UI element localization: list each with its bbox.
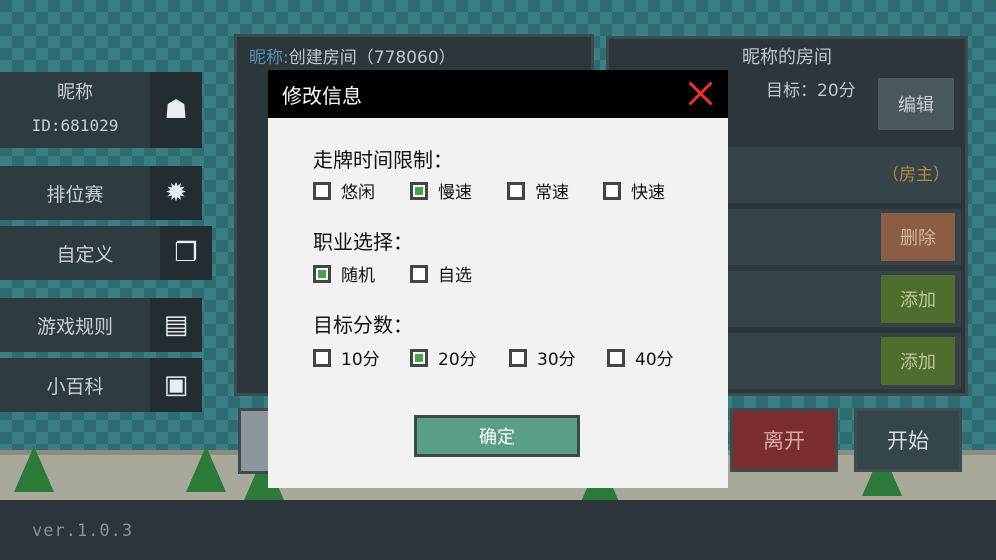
checkbox[interactable] — [603, 181, 621, 200]
profile-card[interactable]: 昵称 ID:681029 ☗ — [0, 72, 202, 148]
option-random[interactable]: 随机 — [313, 261, 375, 286]
dialog-header: 修改信息 — [268, 70, 728, 118]
add-button[interactable]: 添加 — [881, 337, 955, 385]
sidebar-item-custom[interactable]: 自定义 ❐ — [0, 226, 212, 280]
edit-button[interactable]: 编辑 — [878, 78, 954, 130]
time-limit-title: 走牌时间限制： — [313, 148, 453, 172]
start-button[interactable]: 开始 — [854, 408, 962, 472]
footer-bar — [0, 500, 996, 560]
create-room-label[interactable]: 创建房间（778060） — [289, 48, 456, 68]
checkbox[interactable] — [607, 348, 625, 367]
checkbox[interactable] — [507, 181, 525, 200]
option-label: 30分 — [537, 350, 576, 370]
checkbox[interactable] — [313, 264, 331, 283]
option-label: 10分 — [341, 350, 380, 370]
goal-label: 目标：20分 — [766, 81, 856, 101]
option-leisure[interactable]: 悠闲 — [313, 178, 375, 203]
sidebar-item-label: 自定义 — [56, 243, 114, 266]
sidebar-item-ranked[interactable]: 排位赛 ✹ — [0, 166, 202, 220]
avatar-icon: ☗ — [150, 72, 202, 148]
option-label: 悠闲 — [341, 183, 375, 203]
tree — [186, 446, 226, 492]
option-label: 20分 — [438, 350, 477, 370]
option-10[interactable]: 10分 — [313, 345, 380, 370]
checkbox[interactable] — [410, 264, 428, 283]
option-label: 40分 — [635, 350, 674, 370]
option-self-select[interactable]: 自选 — [410, 261, 472, 286]
option-fast[interactable]: 快速 — [603, 178, 665, 203]
tree — [14, 446, 54, 492]
add-button[interactable]: 添加 — [881, 275, 955, 323]
option-label: 自选 — [438, 266, 472, 286]
option-40[interactable]: 40分 — [607, 345, 674, 370]
host-label: （房主） — [882, 165, 950, 185]
class-choice-title: 职业选择： — [313, 230, 413, 254]
checkbox[interactable] — [410, 181, 428, 200]
option-label: 慢速 — [438, 183, 472, 203]
dialog-title: 修改信息 — [282, 84, 362, 108]
option-normal[interactable]: 常速 — [507, 178, 569, 203]
version-label: ver.1.0.3 — [32, 521, 134, 541]
save-icon: ▣ — [150, 358, 202, 412]
sidebar-item-label: 排位赛 — [46, 183, 104, 206]
room-title: 昵称的房间 — [742, 47, 832, 68]
profile-name: 昵称 — [57, 82, 93, 103]
sidebar-item-wiki[interactable]: 小百科 ▣ — [0, 358, 202, 412]
option-30[interactable]: 30分 — [509, 345, 576, 370]
document-icon: ▤ — [150, 298, 202, 352]
edit-info-dialog: 修改信息 走牌时间限制： 悠闲 慢速 常速 快速 职业选择： 随机 自选 目标分… — [268, 70, 728, 488]
delete-button[interactable]: 删除 — [881, 213, 955, 261]
checkbox[interactable] — [410, 348, 428, 367]
close-icon[interactable] — [686, 79, 714, 107]
checkbox[interactable] — [313, 181, 331, 200]
target-score-title: 目标分数： — [313, 313, 413, 337]
confirm-button[interactable]: 确定 — [414, 415, 580, 457]
option-20[interactable]: 20分 — [410, 345, 477, 370]
sidebar-item-rules[interactable]: 游戏规则 ▤ — [0, 298, 202, 352]
sidebar-item-label: 小百科 — [46, 375, 104, 398]
nick-label: 昵称: — [249, 48, 289, 68]
copy-icon: ❐ — [160, 226, 212, 280]
room-list-title: 昵称:创建房间（778060） — [249, 43, 456, 68]
option-label: 随机 — [341, 266, 375, 286]
leave-button[interactable]: 离开 — [730, 408, 838, 472]
option-label: 常速 — [535, 183, 569, 203]
profile-id: ID:681029 — [31, 116, 119, 135]
checkbox[interactable] — [313, 348, 331, 367]
sidebar-item-label: 游戏规则 — [36, 315, 113, 338]
gear-icon: ✹ — [150, 166, 202, 220]
option-label: 快速 — [631, 183, 665, 203]
option-slow[interactable]: 慢速 — [410, 178, 472, 203]
checkbox[interactable] — [509, 348, 527, 367]
